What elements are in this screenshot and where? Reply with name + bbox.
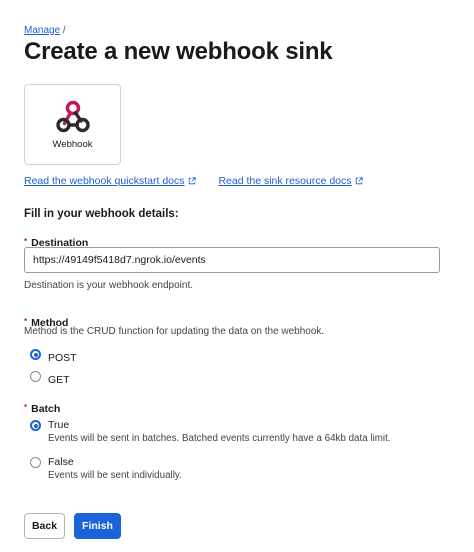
method-post-label: POST	[48, 352, 77, 364]
webhook-icon	[56, 100, 90, 133]
radio-selected-indicator[interactable]	[30, 349, 41, 360]
batch-true-radio[interactable]: True Events will be sent in batches. Bat…	[30, 419, 391, 446]
method-get-radio[interactable]: GET	[30, 370, 70, 388]
section-heading: Fill in your webhook details:	[24, 208, 179, 220]
sink-resource-docs-label: Read the sink resource docs	[218, 175, 352, 187]
radio-unselected-indicator[interactable]	[30, 457, 41, 468]
doc-links: Read the webhook quickstart docs Read th…	[24, 175, 363, 187]
breadcrumb: Manage /	[24, 25, 66, 36]
batch-false-description: Events will be sent individually.	[48, 470, 182, 481]
sink-resource-docs-link[interactable]: Read the sink resource docs	[218, 175, 363, 187]
webhook-quickstart-docs-link[interactable]: Read the webhook quickstart docs	[24, 175, 196, 187]
destination-help: Destination is your webhook endpoint.	[24, 280, 193, 291]
back-button[interactable]: Back	[24, 513, 65, 539]
batch-label: * Batch	[24, 399, 60, 417]
required-marker: *	[24, 403, 28, 412]
batch-false-label: False	[48, 456, 74, 468]
batch-false-radio[interactable]: False Events will be sent individually.	[30, 456, 182, 483]
required-marker: *	[24, 237, 28, 246]
radio-selected-indicator[interactable]	[30, 420, 41, 431]
webhook-card-label: Webhook	[52, 139, 93, 150]
webhook-quickstart-docs-label: Read the webhook quickstart docs	[24, 175, 185, 187]
breadcrumb-separator: /	[62, 25, 66, 36]
external-link-icon	[355, 177, 363, 185]
radio-unselected-indicator[interactable]	[30, 371, 41, 382]
external-link-icon	[188, 177, 196, 185]
batch-label-text: Batch	[31, 403, 61, 415]
finish-button[interactable]: Finish	[74, 513, 121, 539]
webhook-sink-card[interactable]: Webhook	[24, 84, 121, 165]
required-marker: *	[24, 317, 28, 326]
destination-input[interactable]	[24, 247, 440, 273]
page-title: Create a new webhook sink	[24, 38, 333, 65]
breadcrumb-manage-link[interactable]: Manage	[24, 25, 60, 36]
batch-true-description: Events will be sent in batches. Batched …	[48, 433, 391, 444]
batch-true-label: True	[48, 419, 70, 431]
method-get-label: GET	[48, 374, 70, 386]
method-help: Method is the CRUD function for updating…	[24, 326, 325, 337]
method-post-radio[interactable]: POST	[30, 348, 77, 366]
